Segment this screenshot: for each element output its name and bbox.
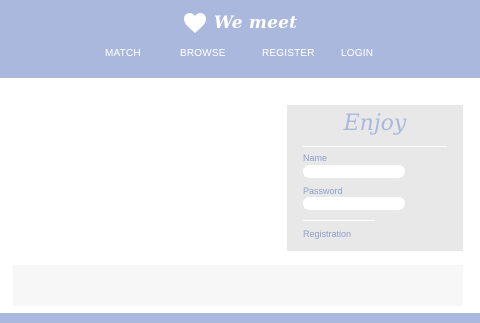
name-label: Name xyxy=(303,153,328,163)
password-field[interactable] xyxy=(303,197,405,210)
brand-logo[interactable]: We meet xyxy=(0,12,480,34)
header-curve xyxy=(0,62,480,78)
bottom-panel xyxy=(13,265,463,306)
card-title: Enjoy xyxy=(343,111,407,136)
nav-item-register[interactable]: REGISTER xyxy=(262,47,315,61)
login-card: Enjoy Name Password Registration xyxy=(287,105,463,251)
page: We meet MATCH BROWSE REGISTER LOGIN Enjo… xyxy=(0,0,480,323)
footer-bar xyxy=(0,313,480,323)
main-nav: MATCH BROWSE REGISTER LOGIN xyxy=(0,47,480,61)
heart-icon xyxy=(183,13,206,33)
nav-item-login[interactable]: LOGIN xyxy=(341,47,373,61)
nav-item-match[interactable]: MATCH xyxy=(105,47,141,61)
nav-item-browse[interactable]: BROWSE xyxy=(180,47,226,61)
password-label: Password xyxy=(303,186,343,196)
registration-link[interactable]: Registration xyxy=(303,229,351,240)
form-divider xyxy=(303,220,375,221)
card-divider xyxy=(303,146,447,147)
brand-name: We meet xyxy=(213,13,298,33)
name-field[interactable] xyxy=(303,165,405,178)
